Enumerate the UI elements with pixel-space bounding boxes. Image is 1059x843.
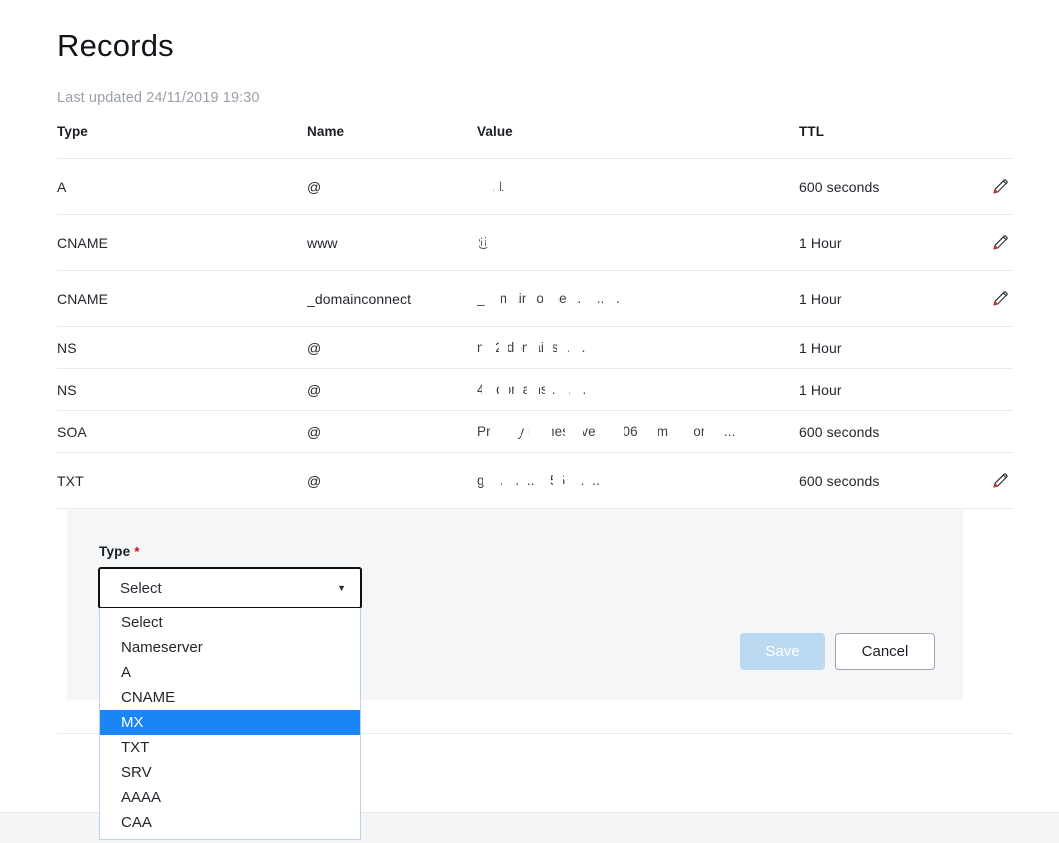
- dropdown-option-nameserver[interactable]: Nameserver: [100, 635, 360, 660]
- record-type: NS: [57, 381, 77, 398]
- table-row: CNAME _domainconnect _domainconnect. .....…: [57, 271, 1013, 327]
- record-type: NS: [57, 339, 77, 356]
- record-type: CNAME: [57, 234, 109, 251]
- type-field-label: Type *: [99, 544, 140, 559]
- record-value: _domainconnect. ....... .: [477, 290, 620, 306]
- record-type: TXT: [57, 472, 84, 489]
- cancel-button[interactable]: Cancel: [835, 633, 935, 670]
- record-value: go. . . .. .. .. 55 .... ...: [477, 472, 600, 488]
- table-row: NS @ ns/2 domains. . . . 1 Hour: [57, 327, 1013, 369]
- record-ttl: 1 Hour: [799, 339, 842, 356]
- pencil-icon[interactable]: [987, 468, 1013, 494]
- dropdown-option-txt[interactable]: TXT: [100, 735, 360, 760]
- record-name: @: [307, 472, 322, 489]
- column-header-name: Name: [307, 124, 345, 139]
- pencil-icon[interactable]: [987, 230, 1013, 256]
- record-name: _domainconnect: [307, 290, 412, 307]
- record-value: @: [477, 234, 491, 250]
- record-ttl: 1 Hour: [799, 290, 842, 307]
- type-select-value: Select: [120, 579, 162, 597]
- record-name: @: [307, 423, 322, 440]
- type-label-text: Type: [99, 544, 131, 559]
- record-type: CNAME: [57, 290, 109, 307]
- dropdown-option-caa[interactable]: CAA: [100, 810, 360, 835]
- type-select[interactable]: Select ▼: [98, 567, 362, 609]
- form-actions: Save Cancel: [740, 633, 935, 670]
- dropdown-option-select[interactable]: Select: [100, 610, 360, 635]
- type-select-dropdown[interactable]: Select Nameserver A CNAME MX TXT SRV AAAA CAA: [99, 608, 361, 840]
- table-header-row: Type Name Value TTL: [57, 124, 1013, 159]
- table-row: CNAME www @1 Hour: [57, 215, 1013, 271]
- record-ttl: 600 seconds: [799, 423, 880, 440]
- record-ttl: 1 Hour: [799, 381, 842, 398]
- record-type: A: [57, 178, 67, 195]
- records-table: Type Name Value TTL A @ . . .1 600 seconds C…: [57, 124, 1013, 509]
- required-marker: *: [134, 544, 140, 559]
- record-ttl: 600 seconds: [799, 178, 880, 195]
- dropdown-option-aaaa[interactable]: AAAA: [100, 785, 360, 810]
- dropdown-option-cname[interactable]: CNAME: [100, 685, 360, 710]
- last-updated-text: Last updated 24/11/2019 19:30: [57, 90, 260, 106]
- chevron-down-icon: ▼: [337, 582, 346, 593]
- pencil-icon[interactable]: [987, 174, 1013, 200]
- table-row: A @ . . .1 600 seconds: [57, 159, 1013, 215]
- column-header-type: Type: [57, 124, 88, 139]
- table-row: SOA @ Primary nameserver: ns06.domaincont …: [57, 411, 1013, 453]
- record-name: @: [307, 381, 322, 398]
- dropdown-option-mx[interactable]: MX: [100, 710, 360, 735]
- record-ttl: 600 seconds: [799, 472, 880, 489]
- record-name: @: [307, 339, 322, 356]
- page-title: Records: [57, 28, 174, 63]
- pencil-icon[interactable]: [987, 286, 1013, 312]
- record-type: SOA: [57, 423, 87, 440]
- record-ttl: 1 Hour: [799, 234, 842, 251]
- table-row: TXT @ go. . . .. .. .. 55 .... ... 600 seco…: [57, 453, 1013, 509]
- record-value: ns/2 domains. . . .: [477, 339, 586, 355]
- dropdown-option-a[interactable]: A: [100, 660, 360, 685]
- table-row: NS @44 domains . . . . . 1 Hour: [57, 369, 1013, 411]
- dropdown-option-srv[interactable]: SRV: [100, 760, 360, 785]
- record-value: Primary nameserver: ns06.domaincont . ..…: [477, 423, 736, 439]
- save-button[interactable]: Save: [740, 633, 825, 670]
- column-header-value: Value: [477, 124, 513, 139]
- column-header-ttl: TTL: [799, 124, 825, 139]
- record-value: 44 domains . . . . .: [477, 381, 587, 397]
- record-value: . . .1: [477, 178, 504, 194]
- record-name: @: [307, 178, 322, 195]
- type-select-wrapper: Select ▼: [98, 567, 362, 609]
- record-name: www: [307, 234, 338, 251]
